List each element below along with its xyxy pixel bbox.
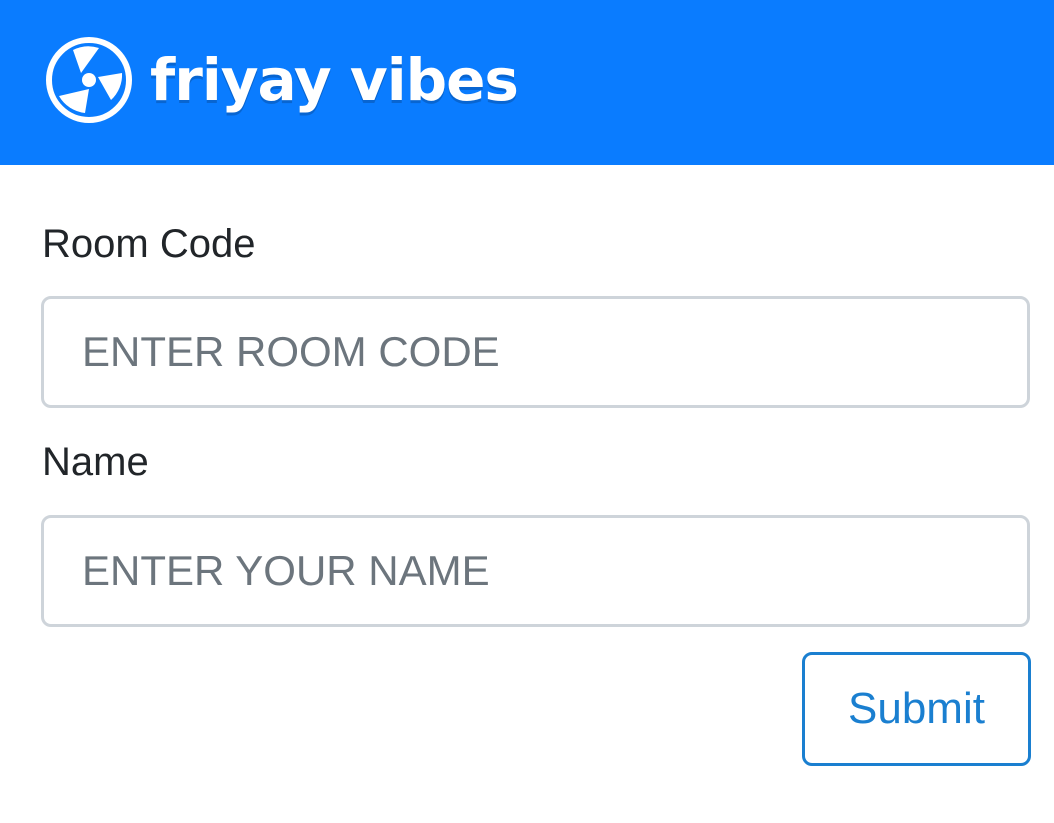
name-label: Name: [42, 440, 149, 484]
fan-icon: [46, 37, 132, 123]
name-input[interactable]: [41, 515, 1030, 627]
room-code-input[interactable]: [41, 296, 1030, 408]
brand-name: friyay vibes: [150, 46, 519, 114]
room-code-label: Room Code: [42, 222, 256, 266]
app-header: friyay vibes: [0, 0, 1054, 165]
submit-button[interactable]: Submit: [802, 652, 1031, 766]
